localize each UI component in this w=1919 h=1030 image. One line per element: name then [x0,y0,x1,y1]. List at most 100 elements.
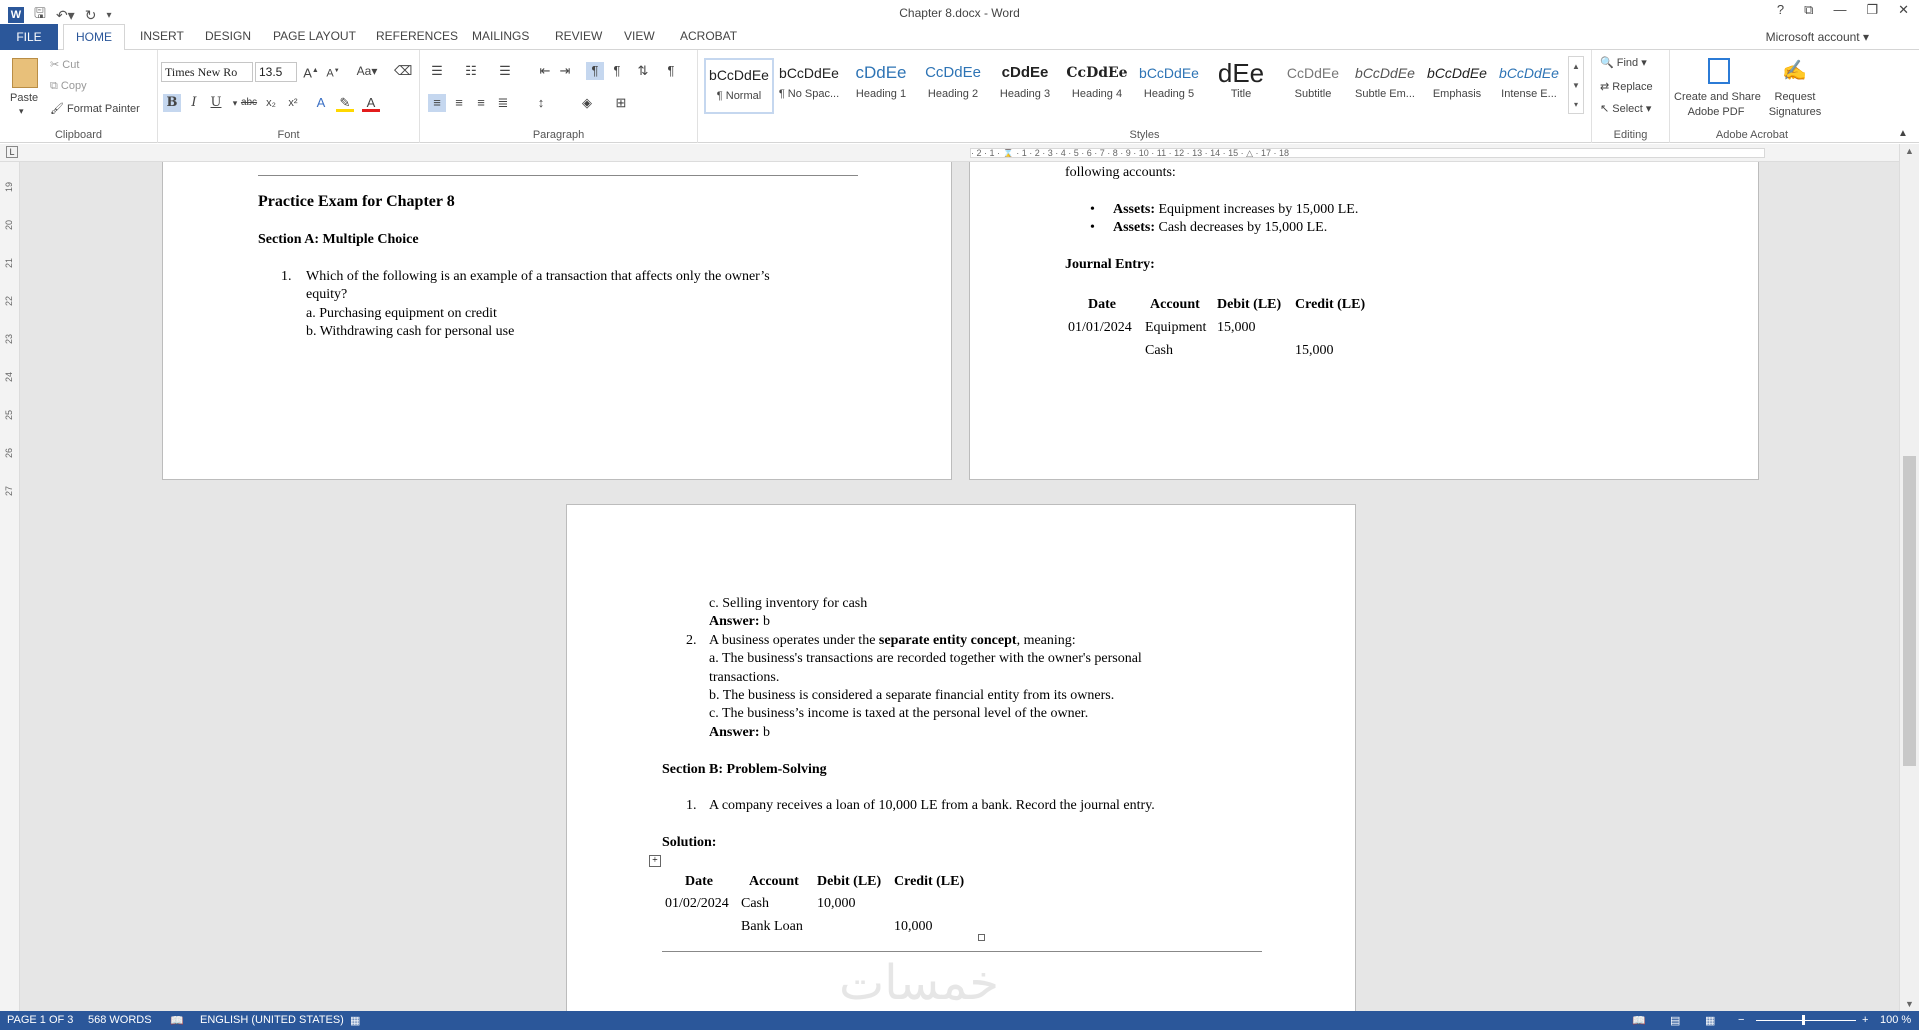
minimize-button[interactable]: — [1833,2,1846,18]
paste-button[interactable]: Paste [10,92,38,104]
read-mode-icon[interactable]: 📖 [1632,1014,1646,1027]
clear-formatting-icon[interactable]: ⌫ [394,62,412,80]
tab-design[interactable]: DESIGN [205,29,251,43]
align-right-icon[interactable]: ≡ [472,94,490,112]
document-canvas[interactable]: Practice Exam for Chapter 8 Section A: M… [20,162,1899,1011]
font-name-input[interactable]: Times New Ro [161,62,253,82]
style-heading-2[interactable]: CcDdEe Heading 2 [918,58,988,114]
font-size-input[interactable]: 13.5 [255,62,297,82]
request-signatures-button[interactable]: Request Signatures [1760,90,1830,120]
shading-icon[interactable]: ◈ [578,94,596,112]
borders-icon[interactable]: ⊞ [612,94,630,112]
highlight-icon[interactable]: ✎ [336,94,354,112]
superscript-icon[interactable]: x² [284,94,302,112]
show-formatting-icon[interactable]: ¶ [662,62,680,80]
grow-font-icon[interactable]: A▲ [302,62,320,80]
restore-button[interactable]: ❐ [1866,2,1878,18]
request-signatures-icon[interactable]: ✍ [1782,58,1807,84]
paste-dropdown-icon[interactable]: ▾ [19,106,24,117]
tab-review[interactable]: REVIEW [555,29,602,43]
find-label: Find [1616,57,1639,69]
tab-selector-icon[interactable]: L [6,146,18,158]
select-button[interactable]: ↖ Select ▾ [1600,102,1651,115]
account-name[interactable]: Microsoft account ▾ [1766,30,1869,44]
ltr-icon[interactable]: ¶ [586,62,604,80]
page-1[interactable]: Practice Exam for Chapter 8 Section A: M… [162,162,952,480]
tab-home[interactable]: HOME [63,24,125,51]
style-intense-emphasis[interactable]: bCcDdEe Intense E... [1494,58,1564,114]
collapse-ribbon-icon[interactable]: ▲ [1898,128,1908,139]
style-no-spacing[interactable]: bCcDdEe ¶ No Spac... [774,58,844,114]
style-subtitle[interactable]: CcDdEe Subtitle [1278,58,1348,114]
decrease-indent-icon[interactable]: ⇤ [536,62,554,80]
numbering-icon[interactable]: ☷ [462,62,480,80]
format-painter-button[interactable]: 🖌 Format Painter [50,102,140,115]
replace-button[interactable]: ⇄ Replace [1600,80,1653,93]
style-heading-3[interactable]: cDdEe Heading 3 [990,58,1060,114]
web-layout-icon[interactable]: ▦ [1705,1014,1715,1027]
table-resize-handle-icon[interactable] [978,934,985,941]
scroll-down-icon[interactable]: ▼ [1905,999,1914,1009]
style-title[interactable]: dEe Title [1206,58,1276,114]
vertical-scrollbar[interactable]: ▲ ▼ [1899,144,1919,1011]
page-3[interactable]: c. Selling inventory for cash Answer: b … [566,504,1356,1011]
tab-view[interactable]: VIEW [624,29,655,43]
align-center-icon[interactable]: ≡ [450,94,468,112]
sort-icon[interactable]: ⇅ [634,62,652,80]
language-indicator[interactable]: ENGLISH (UNITED STATES) [200,1014,344,1026]
help-button[interactable]: ? [1777,2,1784,18]
rtl-icon[interactable]: ¶ [608,62,626,80]
paste-icon[interactable] [12,58,38,88]
tab-page-layout[interactable]: PAGE LAYOUT [273,29,356,43]
find-button[interactable]: 🔍 Find ▾ [1600,56,1647,69]
tab-file[interactable]: FILE [0,24,58,50]
zoom-level[interactable]: 100 % [1880,1014,1911,1026]
tab-mailings[interactable]: MAILINGS [472,29,529,43]
underline-icon[interactable]: U [207,94,225,112]
zoom-slider[interactable] [1756,1020,1856,1021]
close-button[interactable]: ✕ [1898,2,1909,18]
justify-icon[interactable]: ≣ [494,94,512,112]
zoom-slider-thumb[interactable] [1802,1015,1805,1025]
macro-recording-icon[interactable]: ▦ [350,1014,360,1027]
align-left-icon[interactable]: ≡ [428,94,446,112]
strikethrough-icon[interactable]: abc [240,94,258,112]
line-spacing-icon[interactable]: ↕ [532,94,550,112]
ruler-scale[interactable]: · 2 · 1 · ⌛ · 1 · 2 · 3 · 4 · 5 · 6 · 7 … [970,148,1765,158]
styles-scroll-icon[interactable]: ▲ ▼ ▾ [1568,56,1584,114]
create-pdf-button[interactable]: Create and Share Adobe PDF [1674,90,1761,120]
multilevel-list-icon[interactable]: ☰ [496,62,514,80]
style-heading-4[interactable]: CcDdEe Heading 4 [1062,58,1132,114]
proofing-icon[interactable]: 📖 [170,1014,184,1027]
tab-references[interactable]: REFERENCES [376,29,458,43]
create-pdf-icon[interactable] [1708,58,1730,84]
zoom-out-icon[interactable]: − [1738,1014,1744,1026]
style-heading-1[interactable]: cDdEe Heading 1 [846,58,916,114]
change-case-button[interactable]: Aa▾ [352,62,382,80]
cut-button[interactable]: ✂ Cut [50,58,79,71]
bold-icon[interactable]: B [163,94,181,112]
subscript-icon[interactable]: x₂ [262,94,280,112]
bullets-icon[interactable]: ☰ [428,62,446,80]
scrollbar-thumb[interactable] [1903,456,1916,766]
scroll-up-icon[interactable]: ▲ [1905,146,1914,156]
page-2[interactable]: ‥ ‥ ‥ ‥ ‥ ‥ ‥ ‥ following accounts: • As… [969,162,1759,480]
zoom-in-icon[interactable]: + [1862,1014,1868,1026]
table-move-handle-icon[interactable]: + [649,855,661,867]
style-normal[interactable]: bCcDdEe ¶ Normal [704,58,774,114]
style-heading-5[interactable]: bCcDdEe Heading 5 [1134,58,1204,114]
page-count[interactable]: PAGE 1 OF 3 [7,1014,73,1026]
tab-acrobat[interactable]: ACROBAT [680,29,737,43]
word-count[interactable]: 568 WORDS [88,1014,152,1026]
ribbon-display-options-icon[interactable]: ⧉ [1804,2,1813,18]
tab-insert[interactable]: INSERT [140,29,184,43]
shrink-font-icon[interactable]: A▼ [324,62,342,80]
print-layout-icon[interactable]: ▤ [1670,1014,1680,1027]
style-subtle-emphasis[interactable]: bCcDdEe Subtle Em... [1350,58,1420,114]
style-emphasis[interactable]: bCcDdEe Emphasis [1422,58,1492,114]
text-effects-icon[interactable]: A [312,94,330,112]
font-color-icon[interactable]: A [362,94,380,112]
increase-indent-icon[interactable]: ⇥ [556,62,574,80]
copy-button[interactable]: ⧉ Copy [50,80,87,93]
italic-icon[interactable]: I [185,94,203,112]
